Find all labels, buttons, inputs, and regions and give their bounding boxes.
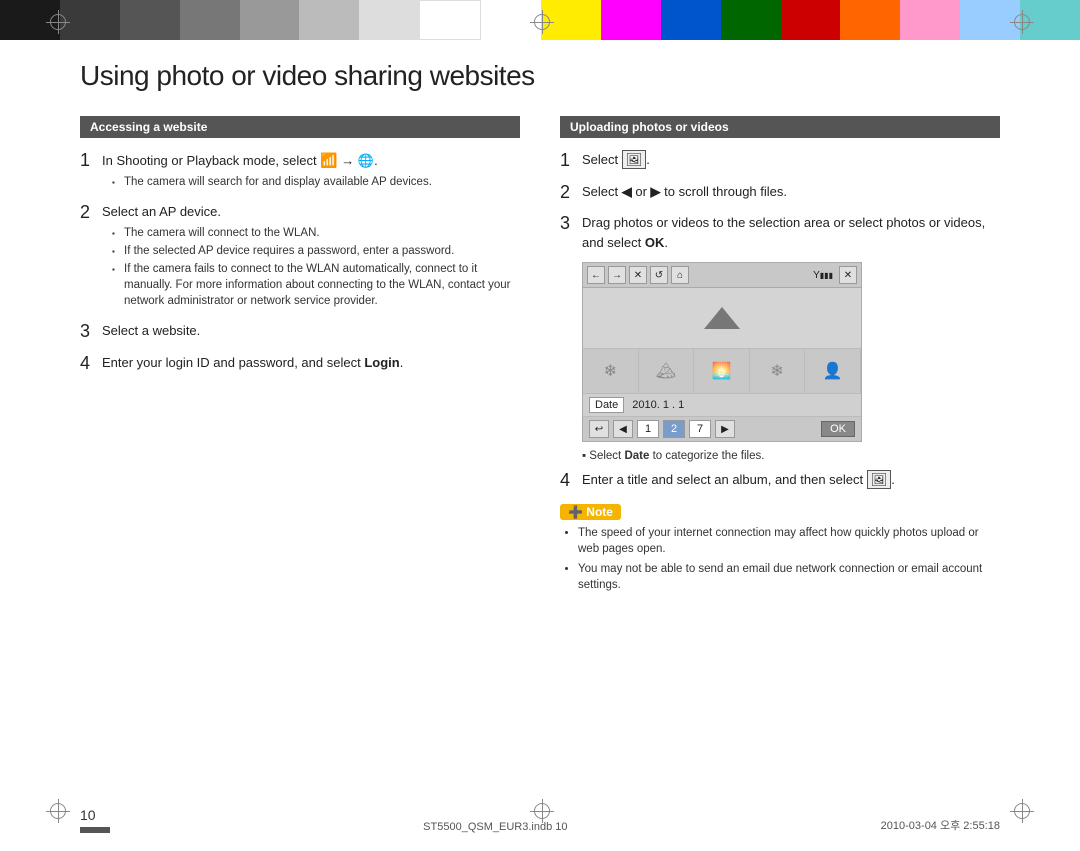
note-section: ➕ Note The speed of your internet connec… (560, 504, 1000, 593)
page-num-area: 10 (80, 807, 110, 833)
main-content: Using photo or video sharing websites Ac… (80, 60, 1000, 791)
color-mid-gray (120, 0, 180, 40)
step-1-bullet-1: The camera will search for and display a… (112, 174, 520, 190)
ok-button[interactable]: OK (821, 421, 855, 437)
date-info: 2010-03-04 오후 2:55:18 (881, 817, 1000, 833)
right-step-2: 2 Select ◀ or ▶ to scroll through files. (560, 182, 1000, 204)
step-2-bullet-2: If the selected AP device requires a pas… (112, 243, 520, 259)
upload-arrow-icon (704, 307, 740, 329)
reg-mark-bottom-right (1010, 799, 1034, 823)
note-item-2: You may not be able to send an email due… (578, 561, 1000, 593)
right-step-1-num: 1 (560, 150, 582, 172)
camera-date-bar: Date 2010. 1 . 1 (583, 393, 861, 416)
camera-ui: ← → ✕ ↺ ⌂ Y▮▮▮ ✕ ❄ (582, 262, 862, 442)
page-bar (80, 827, 110, 833)
step-1-num: 1 (80, 150, 102, 172)
reg-mark-bottom-left (46, 799, 70, 823)
color-lighter-gray (299, 0, 359, 40)
color-gray (180, 0, 240, 40)
color-orange (840, 0, 900, 40)
color-red (781, 0, 841, 40)
thumb-4: ❄ (750, 349, 806, 393)
thumb-2: 🏔 (639, 349, 695, 393)
right-section-header: Uploading photos or videos (560, 116, 1000, 138)
left-section-header: Accessing a website (80, 116, 520, 138)
step-1: 1 In Shooting or Playback mode, select 📶… (80, 150, 520, 192)
note-list: The speed of your internet connection ma… (560, 525, 1000, 593)
nav-back-btn[interactable]: ↩ (589, 420, 609, 438)
thumb-5: 👤 (805, 349, 861, 393)
step-3-content: Select a website. (102, 321, 520, 341)
right-step-4: 4 Enter a title and select an album, and… (560, 470, 1000, 492)
page-number: 10 (80, 807, 96, 823)
right-step-4-content: Enter a title and select an album, and t… (582, 470, 1000, 490)
step-4-num: 4 (80, 353, 102, 375)
camera-thumbnails: ❄ 🏔 🌅 ❄ 👤 (583, 348, 861, 393)
step-3: 3 Select a website. (80, 321, 520, 343)
page-title: Using photo or video sharing websites (80, 60, 1000, 92)
right-step-3: 3 Drag photos or videos to the selection… (560, 213, 1000, 252)
content-columns: Accessing a website 1 In Shooting or Pla… (80, 116, 1000, 597)
right-column: Uploading photos or videos 1 Select 🖼. 2… (560, 116, 1000, 597)
select-date-note: ▪ Select Date to categorize the files. (582, 450, 1000, 462)
date-label: Date (589, 397, 624, 413)
thumb-1: ❄ (583, 349, 639, 393)
color-white (419, 0, 481, 40)
nav-num-1[interactable]: 1 (637, 420, 659, 438)
color-green (721, 0, 781, 40)
step-2-bullet-1: The camera will connect to the WLAN. (112, 225, 520, 241)
color-near-white (359, 0, 419, 40)
step-4: 4 Enter your login ID and password, and … (80, 353, 520, 375)
btn-close[interactable]: ✕ (629, 266, 647, 284)
signal-icon: Y▮▮▮ (810, 270, 836, 281)
btn-home[interactable]: ⌂ (671, 266, 689, 284)
step-4-content: Enter your login ID and password, and se… (102, 353, 520, 373)
right-step-3-content: Drag photos or videos to the selection a… (582, 213, 1000, 252)
right-step-1-content: Select 🖼. (582, 150, 1000, 170)
camera-nav-bar: ↩ ◀ 1 2 7 ▶ OK (583, 416, 861, 441)
color-light-gray (240, 0, 300, 40)
step-2-content: Select an AP device. The camera will con… (102, 202, 520, 311)
reg-mark-top-center (530, 10, 554, 34)
reg-mark-top-left (46, 10, 70, 34)
reg-mark-top-right (1010, 10, 1034, 34)
step-2-num: 2 (80, 202, 102, 224)
note-header: ➕ Note (560, 504, 1000, 520)
note-item-1: The speed of your internet connection ma… (578, 525, 1000, 557)
nav-num-7[interactable]: 7 (689, 420, 711, 438)
left-column: Accessing a website 1 In Shooting or Pla… (80, 116, 520, 597)
btn-refresh[interactable]: ↺ (650, 266, 668, 284)
thumb-3: 🌅 (694, 349, 750, 393)
note-label: ➕ Note (560, 504, 621, 520)
right-step-4-num: 4 (560, 470, 582, 492)
nav-num-2[interactable]: 2 (663, 420, 685, 438)
camera-toolbar: ← → ✕ ↺ ⌂ Y▮▮▮ ✕ (583, 263, 861, 288)
color-magenta (601, 0, 661, 40)
btn-back[interactable]: ← (587, 266, 605, 284)
step-3-num: 3 (80, 321, 102, 343)
btn-forward[interactable]: → (608, 266, 626, 284)
color-pink (900, 0, 960, 40)
nav-left-btn[interactable]: ◀ (613, 420, 633, 438)
reg-mark-bottom-center (530, 799, 554, 823)
color-blue (661, 0, 721, 40)
camera-upload-area (583, 288, 861, 348)
right-step-2-content: Select ◀ or ▶ to scroll through files. (582, 182, 1000, 202)
right-step-2-num: 2 (560, 182, 582, 204)
date-value: 2010. 1 . 1 (632, 399, 684, 411)
right-step-1: 1 Select 🖼. (560, 150, 1000, 172)
btn-x[interactable]: ✕ (839, 266, 857, 284)
step-2-bullet-3: If the camera fails to connect to the WL… (112, 261, 520, 309)
step-2: 2 Select an AP device. The camera will c… (80, 202, 520, 311)
right-step-3-num: 3 (560, 213, 582, 235)
step-1-content: In Shooting or Playback mode, select 📶 →… (102, 150, 520, 192)
nav-right-btn[interactable]: ▶ (715, 420, 735, 438)
